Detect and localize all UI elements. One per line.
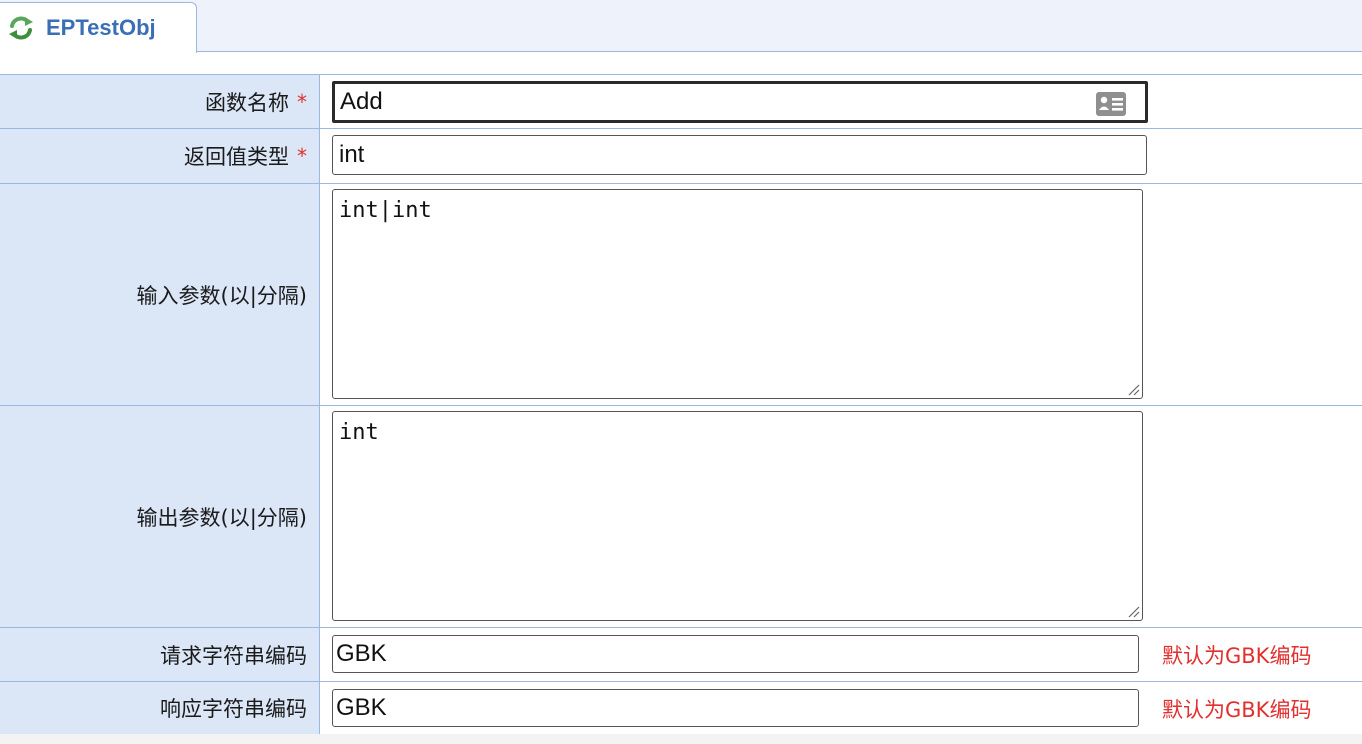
resize-grip-icon[interactable] — [1126, 604, 1140, 618]
label-cell: 函数名称 * — [0, 75, 320, 128]
value-cell: GBK 默认为GBK编码 — [320, 682, 1362, 734]
resize-grip-icon[interactable] — [1126, 382, 1140, 396]
field-label: 函数名称 — [205, 90, 289, 115]
response-encoding-hint: 默认为GBK编码 — [1162, 698, 1312, 722]
refresh-icon — [9, 16, 33, 40]
tab-eptestobj[interactable]: EPTestObj — [0, 2, 197, 53]
required-mark: * — [297, 89, 307, 114]
row-return-type: 返回值类型 * int — [0, 128, 1362, 183]
input-value: int — [339, 141, 365, 168]
tab-bar: EPTestObj — [0, 0, 1362, 53]
function-form: 函数名称 * Add 返回值类型 * int 输入参数(以|分隔) int|in… — [0, 74, 1362, 735]
input-value: GBK — [336, 694, 387, 721]
value-cell: int|int — [320, 184, 1362, 405]
output-params-textarea[interactable]: int — [332, 411, 1143, 621]
request-encoding-hint: 默认为GBK编码 — [1162, 644, 1312, 668]
request-encoding-input[interactable]: GBK — [332, 635, 1139, 673]
value-cell: int — [320, 129, 1362, 183]
textarea-value: int|int — [339, 198, 432, 223]
contact-card-icon[interactable] — [1095, 91, 1127, 117]
row-input-params: 输入参数(以|分隔) int|int — [0, 183, 1362, 405]
label-cell: 响应字符串编码 — [0, 682, 320, 734]
response-encoding-input[interactable]: GBK — [332, 689, 1139, 727]
function-name-input[interactable]: Add — [332, 81, 1148, 123]
value-cell: int — [320, 406, 1362, 627]
input-params-textarea[interactable]: int|int — [332, 189, 1143, 399]
label-cell: 返回值类型 * — [0, 129, 320, 183]
field-label: 输入参数(以|分隔) — [136, 283, 307, 308]
field-label: 输出参数(以|分隔) — [136, 505, 307, 530]
bottom-strip — [0, 734, 1362, 744]
row-response-encoding: 响应字符串编码 GBK 默认为GBK编码 — [0, 681, 1362, 735]
field-label: 返回值类型 — [184, 145, 289, 169]
label-cell: 请求字符串编码 — [0, 628, 320, 681]
row-output-params: 输出参数(以|分隔) int — [0, 405, 1362, 627]
value-cell: Add — [320, 75, 1362, 128]
field-label: 请求字符串编码 — [160, 643, 307, 668]
row-function-name: 函数名称 * Add — [0, 74, 1362, 128]
return-type-input[interactable]: int — [332, 135, 1147, 175]
label-cell: 输入参数(以|分隔) — [0, 184, 320, 405]
textarea-value: int — [339, 420, 379, 445]
row-request-encoding: 请求字符串编码 GBK 默认为GBK编码 — [0, 627, 1362, 681]
tab-title: EPTestObj — [46, 15, 156, 40]
required-mark: * — [297, 144, 307, 168]
field-label: 响应字符串编码 — [160, 697, 307, 721]
label-cell: 输出参数(以|分隔) — [0, 406, 320, 627]
value-cell: GBK 默认为GBK编码 — [320, 628, 1362, 681]
input-value: GBK — [336, 640, 387, 667]
input-value: Add — [340, 88, 383, 115]
